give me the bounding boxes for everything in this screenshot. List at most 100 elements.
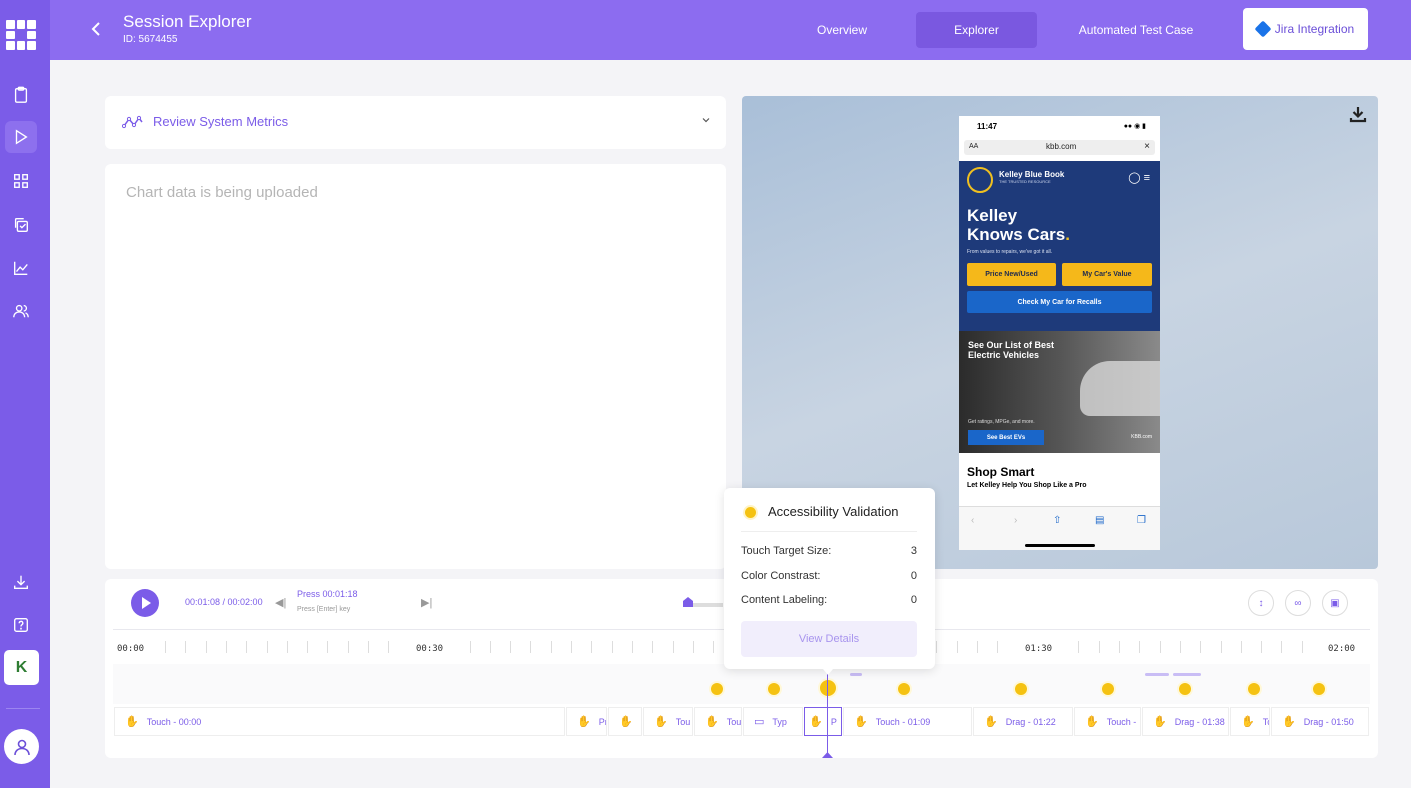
timeline-event[interactable]: ✋P [608, 707, 642, 736]
timeline-event[interactable]: ✋ Drag - 01:38 [1142, 707, 1229, 736]
download-icon[interactable] [1348, 104, 1368, 124]
skip-forward-icon[interactable]: ▶| [421, 596, 432, 609]
tab-overview[interactable]: Overview [792, 12, 892, 48]
timeline-event[interactable]: ✋ Touch - 01:09 [843, 707, 972, 736]
link-icon[interactable]: ∞ [1285, 590, 1311, 616]
timeline-tick [307, 641, 308, 653]
volume-track[interactable] [693, 603, 723, 607]
playhead[interactable] [827, 669, 828, 754]
reader-toggle[interactable]: AA [969, 143, 978, 150]
check-recalls-button[interactable]: Check My Car for Recalls [967, 291, 1152, 313]
touch-icon: ✋ [577, 716, 591, 728]
timeline-event[interactable]: ✋ Tc [1230, 707, 1270, 736]
menu-icon[interactable]: ◯ ≡ [1128, 171, 1150, 184]
back-button[interactable] [88, 19, 104, 39]
warning-marker[interactable] [1248, 683, 1260, 695]
url-text: kbb.com [1046, 142, 1077, 151]
warning-marker-active[interactable] [820, 680, 836, 696]
play-icon[interactable] [5, 121, 37, 153]
timeline-event[interactable]: ✋ Drag - 01:22 [973, 707, 1073, 736]
see-best-evs-button[interactable]: See Best EVs [968, 430, 1044, 445]
forward-arrow-icon[interactable]: › [1014, 515, 1017, 526]
timeline-tick [551, 641, 552, 653]
back-arrow-icon[interactable]: ‹ [971, 515, 974, 526]
timeline-event[interactable]: ✋ Drag - 01:50 [1271, 707, 1369, 736]
timeline-tick [612, 641, 613, 653]
metrics-label: Review System Metrics [153, 114, 289, 129]
kbb-tagline: THE TRUSTED RESOURCE [999, 179, 1051, 184]
play-button[interactable] [131, 589, 159, 617]
view-details-button[interactable]: View Details [741, 621, 917, 657]
warning-marker[interactable] [1015, 683, 1027, 695]
timeline-event[interactable]: ✋ Touch - [1074, 707, 1141, 736]
timeline-event[interactable]: ✋ Touc [694, 707, 742, 736]
timeline-tick [1261, 641, 1262, 653]
device-screen[interactable]: 11:47 ●● ◉ ▮ AA kbb.com × Kelley Blue Bo… [959, 116, 1160, 550]
chevron-down-icon[interactable] [700, 114, 712, 126]
session-id: ID: 5674455 [123, 34, 178, 45]
volume-thumb[interactable] [683, 597, 693, 607]
timeline-tick [1160, 641, 1161, 653]
url-bar[interactable]: AA kbb.com × [964, 140, 1155, 155]
touch-icon: ✋ [705, 716, 719, 728]
touch-icon: ✋ [619, 716, 633, 728]
event-marker [850, 673, 862, 676]
current-event-hint: Press [Enter] key [297, 606, 351, 613]
row-value: 0 [910, 570, 917, 582]
fit-timeline-icon[interactable]: ↕ [1248, 590, 1274, 616]
my-car-value-button[interactable]: My Car's Value [1062, 263, 1152, 286]
tabs-icon[interactable]: ❐ [1137, 515, 1146, 526]
copy-check-icon[interactable] [5, 209, 37, 241]
jira-integration-button[interactable]: Jira Integration [1243, 8, 1368, 50]
kbb-headline: Kelley Knows Cars. [967, 206, 1070, 244]
bookmarks-icon[interactable]: ▤ [1095, 515, 1104, 526]
warning-marker[interactable] [1313, 683, 1325, 695]
row-label: Content Labeling: [741, 594, 828, 606]
playhead-handle[interactable] [822, 752, 833, 758]
clipboard-icon[interactable] [5, 79, 37, 111]
event-label: P [641, 717, 642, 727]
system-metrics-accordion[interactable]: Review System Metrics [105, 96, 726, 149]
download-icon[interactable] [5, 566, 37, 598]
drag-icon: ✋ [984, 716, 998, 728]
timeline-event[interactable]: ✋ Pr [566, 707, 607, 736]
timeline-tick [1180, 641, 1181, 653]
warning-marker[interactable] [768, 683, 780, 695]
tab-explorer[interactable]: Explorer [916, 12, 1037, 48]
page-title: Session Explorer [123, 12, 252, 31]
warning-marker[interactable] [1102, 683, 1114, 695]
timeline-tick [1200, 641, 1201, 653]
warning-marker[interactable] [711, 683, 723, 695]
trend-chart-icon[interactable] [5, 252, 37, 284]
warning-marker[interactable] [898, 683, 910, 695]
warning-marker[interactable] [1179, 683, 1191, 695]
tab-automated-test-case[interactable]: Automated Test Case [1068, 12, 1204, 48]
timeline-event[interactable]: ✋ Tou [643, 707, 693, 736]
screenshot-icon[interactable]: ▣ [1322, 590, 1348, 616]
timeline-tick [997, 641, 998, 653]
header: Session Explorer ID: 5674455 Overview Ex… [50, 0, 1411, 60]
share-icon[interactable]: ⇧ [1053, 515, 1061, 526]
workspace-badge[interactable]: K [4, 650, 39, 685]
timeline-event[interactable]: ✋ Touch - 00:00 [114, 707, 565, 736]
timeline-tick [1078, 641, 1079, 653]
timeline-tick [348, 641, 349, 653]
tick-label: 00:30 [416, 644, 444, 654]
time-readout: 00:01:08 / 00:02:00 [185, 597, 263, 607]
close-icon[interactable]: × [1144, 141, 1150, 152]
timeline-tick [470, 641, 471, 653]
app-logo[interactable] [6, 20, 36, 50]
price-new-used-button[interactable]: Price New/Used [967, 263, 1056, 286]
users-icon[interactable] [5, 295, 37, 327]
metrics-chart-panel: Chart data is being uploaded [105, 164, 726, 569]
timeline-event[interactable]: ▭ Typ [743, 707, 803, 736]
event-label: Touch - 00:00 [146, 716, 202, 727]
help-icon[interactable] [5, 609, 37, 641]
grid-icon[interactable] [5, 165, 37, 197]
avatar[interactable] [4, 729, 39, 764]
warning-dot-icon [745, 507, 756, 518]
jira-icon [1254, 20, 1272, 38]
drag-icon: ✋ [1282, 716, 1296, 728]
timeline-event-selected[interactable]: ✋ P [804, 707, 842, 736]
skip-back-icon[interactable]: ◀​| [275, 596, 286, 609]
